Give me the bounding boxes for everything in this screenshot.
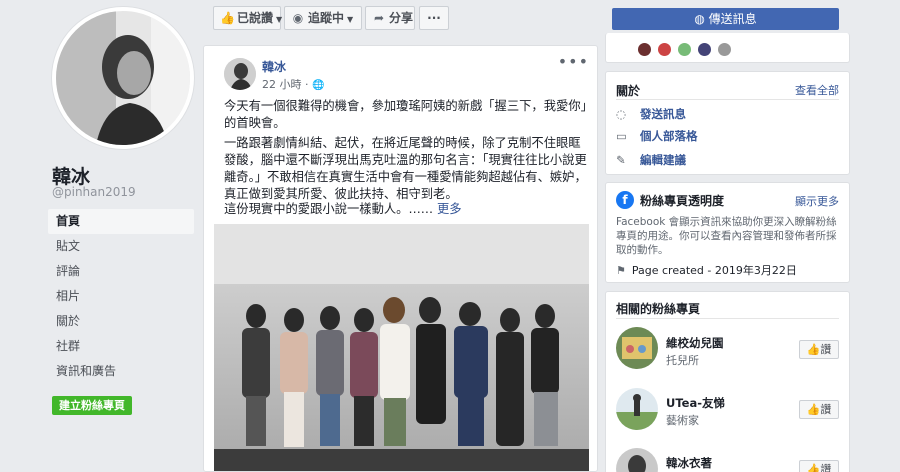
nav-item-reviews[interactable]: 評論 <box>48 259 194 284</box>
friend-avatars <box>638 41 732 60</box>
following-button[interactable]: ◉ 追蹤中 ▼ <box>284 6 362 30</box>
nav-item-home[interactable]: 首頁 <box>48 209 194 234</box>
about-see-all-link[interactable]: 查看全部 <box>795 82 839 98</box>
send-message-button[interactable]: ◍ 傳送訊息 <box>612 8 839 30</box>
related-pages-title: 相關的粉絲專頁 <box>616 302 701 316</box>
nav-item-community[interactable]: 社群 <box>48 334 194 359</box>
related-page-name[interactable]: UTea-友悌 <box>666 395 725 411</box>
messenger-icon: ◌ <box>616 107 627 121</box>
see-more-link[interactable]: 更多 <box>437 202 462 216</box>
thumbs-up-icon: 👍 <box>806 343 821 356</box>
pencil-icon: ✎ <box>616 153 626 167</box>
thumbs-up-icon: 👍 <box>220 11 235 25</box>
related-page-avatar[interactable] <box>616 388 658 430</box>
create-page-button[interactable]: 建立粉絲專頁 <box>52 396 132 415</box>
post-photo[interactable] <box>214 224 589 471</box>
flag-icon: ⚑ <box>616 264 626 277</box>
nav-item-posts[interactable]: 貼文 <box>48 234 194 259</box>
related-page-name[interactable]: 韓冰衣著 <box>666 455 712 471</box>
share-button[interactable]: ➦ 分享 <box>365 6 415 30</box>
page-transparency-card: f 粉絲專頁透明度 顯示更多 Facebook 會顯示資訊來協助你更深入瞭解粉絲… <box>605 182 850 283</box>
post-paragraph-3: 這份現實中的愛跟小說一樣動人。…… 更多 <box>224 202 462 216</box>
chevron-down-icon: ▼ <box>276 15 283 24</box>
post-author-avatar[interactable] <box>224 58 256 90</box>
related-page-category: 托兒所 <box>666 354 699 367</box>
thumbs-up-icon: 👍 <box>806 403 821 416</box>
like-page-button[interactable]: 👍讚 <box>799 400 839 419</box>
transparency-see-more-link[interactable]: 顯示更多 <box>795 193 839 209</box>
like-page-button[interactable]: 👍讚 <box>799 460 839 472</box>
nav-item-info-ads[interactable]: 資訊和廣告 <box>48 359 194 384</box>
post-paragraph-2: 一路跟著劇情糾結、起伏，在將近尾聲的時候，除了克制不住眼眶發酸，腦中還不斷浮現出… <box>224 136 587 201</box>
related-page-avatar[interactable] <box>616 327 658 369</box>
post-card: 韓冰 22 小時 · 🌐 ••• 今天有一個很難得的機會，參加瓊瑤阿姨的新戲「握… <box>203 45 598 472</box>
transparency-title: 粉絲專頁透明度 <box>640 194 725 208</box>
related-pages-card: 相關的粉絲專頁 維校幼兒園 托兒所 👍讚 UTea-友悌 藝術家 👍讚 韓冰衣著… <box>605 291 850 472</box>
community-card-partial <box>605 33 850 63</box>
post-timestamp[interactable]: 22 小時 · 🌐 <box>262 76 324 92</box>
facebook-icon: f <box>616 191 634 209</box>
transparency-description: Facebook 會顯示資訊來協助你更深入瞭解粉絲專頁的用途。你可以查看內容管理… <box>616 216 837 256</box>
globe-icon: 🌐 <box>311 80 325 91</box>
liked-button[interactable]: 👍 已說讚 ▼ <box>213 6 283 30</box>
related-page-name[interactable]: 維校幼兒園 <box>666 335 724 351</box>
about-row-blog[interactable]: ▭ 個人部落格 <box>616 128 698 144</box>
rss-icon: ◉ <box>292 11 304 25</box>
about-row-suggest-edits[interactable]: ✎ 編輯建議 <box>616 152 686 168</box>
window-icon: ▭ <box>616 129 627 143</box>
thumbs-up-icon: 👍 <box>806 463 821 472</box>
post-paragraph-1: 今天有一個很難得的機會，參加瓊瑤阿姨的新戲「握三下，我愛你」的首映會。 <box>224 99 587 130</box>
chevron-down-icon: ▼ <box>347 15 354 24</box>
post-author-name[interactable]: 韓冰 <box>262 58 286 75</box>
divider <box>616 318 839 319</box>
nav-item-about[interactable]: 關於 <box>48 309 194 334</box>
nav-item-photos[interactable]: 相片 <box>48 284 194 309</box>
about-row-send-message[interactable]: ◌ 發送訊息 <box>616 106 686 122</box>
post-options-icon[interactable]: ••• <box>558 52 589 71</box>
share-icon: ➦ <box>373 11 385 25</box>
page-created-row: ⚑ Page created - 2019年3月22日 <box>616 264 797 277</box>
page-handle: @pinhan2019 <box>52 185 136 199</box>
profile-avatar[interactable] <box>52 7 194 149</box>
more-actions-button[interactable]: ··· <box>419 6 449 30</box>
left-column: 韓冰 @pinhan2019 首頁 貼文 評論 相片 關於 社群 資訊和廣告 建… <box>0 0 203 472</box>
messenger-icon: ◍ <box>694 12 705 26</box>
related-page-category: 藝術家 <box>666 414 699 427</box>
page-nav: 首頁 貼文 評論 相片 關於 社群 資訊和廣告 <box>48 209 194 384</box>
about-title: 關於 <box>616 84 641 98</box>
divider <box>616 99 839 100</box>
related-page-avatar[interactable] <box>616 448 658 472</box>
like-page-button[interactable]: 👍讚 <box>799 340 839 359</box>
about-card: 關於 查看全部 ◌ 發送訊息 ▭ 個人部落格 ✎ 編輯建議 <box>605 71 850 175</box>
